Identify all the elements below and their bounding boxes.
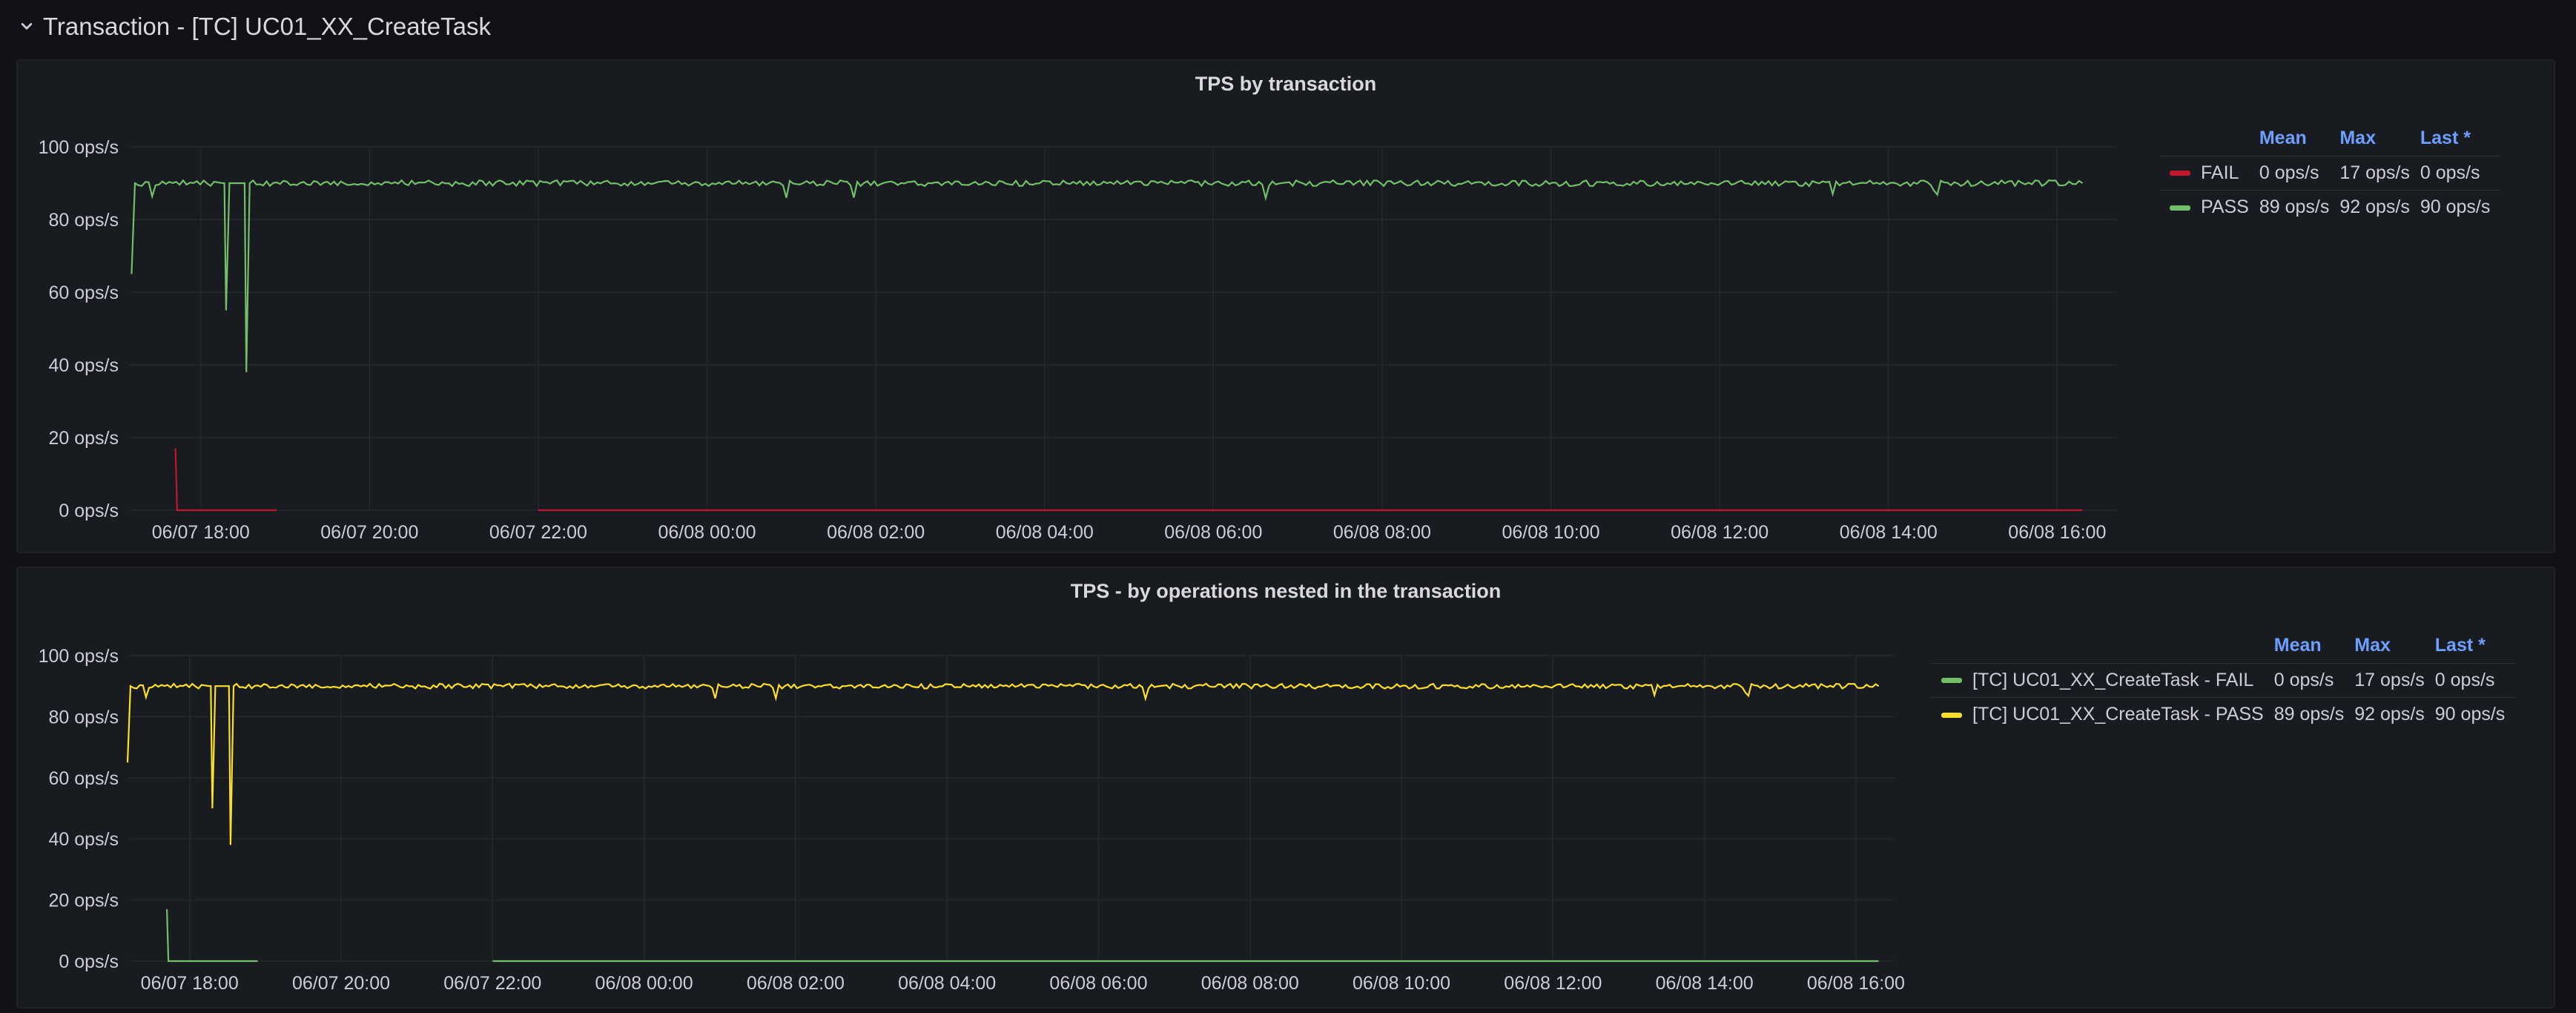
x-tick-label: 06/08 14:00 (1840, 522, 1938, 543)
legend-header-max[interactable]: Max (2339, 122, 2420, 156)
legend-max-value: 92 ops/s (2339, 189, 2420, 224)
legend-max-value: 17 ops/s (2354, 662, 2435, 697)
x-tick-label: 06/07 18:00 (141, 973, 239, 994)
x-tick-label: 06/08 10:00 (1502, 522, 1599, 543)
row-header[interactable]: Transaction - [TC] UC01_XX_CreateTask (16, 6, 491, 47)
y-tick-label: 20 ops/s (48, 428, 119, 449)
x-tick-label: 06/08 02:00 (827, 522, 925, 543)
x-tick-label: 06/08 10:00 (1353, 973, 1450, 994)
y-tick-label: 0 ops/s (59, 501, 119, 521)
legend-mean-value: 89 ops/s (2259, 189, 2340, 224)
legend-mean-value: 0 ops/s (2273, 662, 2355, 697)
x-tick-label: 06/08 16:00 (2008, 522, 2106, 543)
legend-header-last[interactable]: Last * (2420, 122, 2501, 156)
x-tick-label: 06/08 08:00 (1333, 522, 1431, 543)
x-tick-label: 06/08 02:00 (747, 973, 845, 994)
x-tick-label: 06/07 20:00 (320, 522, 418, 543)
x-tick-label: 06/08 12:00 (1671, 522, 1768, 543)
panel-tps-by-transaction: TPS by transaction 0 ops/s 20 ops/s 40 ops… (16, 59, 2555, 553)
legend-row-fail[interactable]: [TC] UC01_XX_CreateTask - FAIL 0 ops/s 1… (1931, 662, 2516, 697)
x-tick-label: 06/08 04:00 (996, 522, 1094, 543)
series-color-swatch (2170, 205, 2190, 211)
panel-tps-by-operations: TPS - by operations nested in the transa… (16, 567, 2555, 1009)
series-line (126, 682, 1880, 845)
x-tick-label: 06/08 00:00 (658, 522, 756, 543)
legend-max-value: 17 ops/s (2339, 155, 2420, 190)
x-tick-label: 06/08 00:00 (595, 973, 693, 994)
legend-row-pass[interactable]: PASS 89 ops/s 92 ops/s 90 ops/s (2159, 189, 2501, 224)
legend-last-value: 0 ops/s (2420, 155, 2501, 190)
panel-legend: Mean Max Last * [TC] UC01_XX_CreateTask … (1931, 629, 2516, 731)
x-tick-label: 06/07 20:00 (292, 973, 390, 994)
legend-row-fail[interactable]: FAIL 0 ops/s 17 ops/s 0 ops/s (2159, 155, 2501, 190)
legend-header-mean[interactable]: Mean (2274, 629, 2355, 663)
series-color-swatch (1941, 678, 1962, 684)
legend-mean-value: 89 ops/s (2273, 696, 2355, 731)
legend-header-max[interactable]: Max (2354, 629, 2435, 663)
legend-series-name: PASS (2201, 196, 2249, 217)
x-tick-label: 06/08 16:00 (1807, 973, 1905, 994)
panel-legend: Mean Max Last * FAIL 0 ops/s 17 ops/s 0 … (2159, 122, 2501, 224)
legend-series-name: FAIL (2201, 162, 2239, 183)
x-tick-label: 06/08 04:00 (898, 973, 996, 994)
legend-series-name: [TC] UC01_XX_CreateTask - FAIL (1972, 669, 2254, 690)
legend-mean-value: 0 ops/s (2259, 155, 2340, 190)
x-tick-label: 06/08 12:00 (1504, 973, 1602, 994)
series-color-swatch (2170, 171, 2190, 176)
x-tick-label: 06/08 06:00 (1049, 973, 1147, 994)
x-tick-label: 06/07 22:00 (443, 973, 541, 994)
y-tick-label: 100 ops/s (39, 137, 119, 158)
y-tick-label: 60 ops/s (48, 283, 119, 303)
y-tick-label: 40 ops/s (48, 829, 119, 850)
y-tick-label: 100 ops/s (39, 646, 119, 667)
x-tick-label: 06/08 08:00 (1201, 973, 1299, 994)
legend-last-value: 90 ops/s (2434, 696, 2516, 731)
y-tick-label: 80 ops/s (48, 210, 119, 231)
legend-series-name: [TC] UC01_XX_CreateTask - PASS (1972, 703, 2264, 725)
y-tick-label: 60 ops/s (48, 768, 119, 789)
row-title: Transaction - [TC] UC01_XX_CreateTask (43, 13, 492, 40)
x-tick-label: 06/07 22:00 (489, 522, 587, 543)
legend-last-value: 0 ops/s (2434, 662, 2516, 697)
x-tick-label: 06/08 14:00 (1656, 973, 1754, 994)
x-tick-label: 06/08 06:00 (1164, 522, 1262, 543)
tps-by-operations-chart[interactable]: 0 ops/s 20 ops/s 40 ops/s 60 ops/s 80 ops/s 1… (18, 568, 1916, 1010)
x-tick-label: 06/07 18:00 (152, 522, 250, 543)
y-tick-label: 0 ops/s (59, 951, 119, 972)
legend-last-value: 90 ops/s (2420, 189, 2501, 224)
y-tick-label: 20 ops/s (48, 891, 119, 911)
series-line (174, 448, 277, 512)
y-tick-label: 80 ops/s (48, 707, 119, 727)
legend-max-value: 92 ops/s (2354, 696, 2435, 731)
chevron-down-icon (21, 23, 33, 30)
legend-header-mean[interactable]: Mean (2259, 122, 2340, 156)
series-line (166, 908, 258, 963)
legend-header-last[interactable]: Last * (2435, 629, 2516, 663)
series-color-swatch (1941, 712, 1962, 718)
y-tick-label: 40 ops/s (48, 355, 119, 376)
tps-by-transaction-chart[interactable]: 0 ops/s 20 ops/s 40 ops/s 60 ops/s 80 ops/s 1… (18, 61, 2146, 555)
legend-row-pass[interactable]: [TC] UC01_XX_CreateTask - PASS 89 ops/s … (1931, 696, 2516, 731)
series-line (131, 179, 2084, 372)
